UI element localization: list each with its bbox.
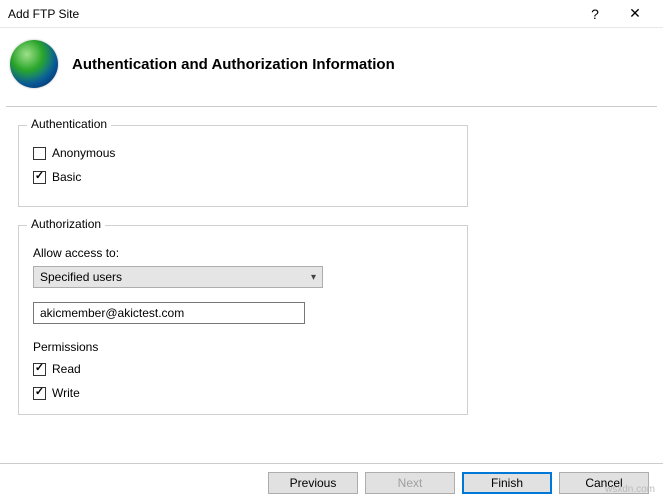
basic-row: Basic [33,170,453,184]
close-button[interactable]: ✕ [615,0,655,28]
read-row: Read [33,362,453,376]
page-title: Authentication and Authorization Informa… [72,56,395,73]
wizard-button-bar: Previous Next Finish Cancel [0,463,663,501]
next-label: Next [398,476,423,490]
users-input[interactable] [33,302,305,324]
write-row: Write [33,386,453,400]
write-checkbox[interactable] [33,387,46,400]
read-checkbox[interactable] [33,363,46,376]
allow-access-dropdown[interactable]: Specified users ▾ [33,266,323,288]
previous-button[interactable]: Previous [268,472,358,494]
basic-label: Basic [52,170,81,184]
chevron-down-icon: ▾ [311,272,316,283]
wizard-header: Authentication and Authorization Informa… [0,28,663,106]
title-bar: Add FTP Site ? ✕ [0,0,663,28]
anonymous-checkbox[interactable] [33,147,46,160]
cancel-label: Cancel [585,476,622,490]
read-label: Read [52,362,81,376]
help-icon: ? [591,6,599,22]
cancel-button[interactable]: Cancel [559,472,649,494]
anonymous-label: Anonymous [52,146,115,160]
authorization-group: Authorization Allow access to: Specified… [18,225,468,415]
authentication-legend: Authentication [27,117,111,131]
anonymous-row: Anonymous [33,146,453,160]
wizard-content: Authentication Anonymous Basic Authoriza… [0,107,663,443]
permissions-label: Permissions [33,340,453,354]
write-label: Write [52,386,80,400]
authentication-group: Authentication Anonymous Basic [18,125,468,207]
authorization-legend: Authorization [27,217,105,231]
help-button[interactable]: ? [575,0,615,28]
basic-checkbox[interactable] [33,171,46,184]
next-button: Next [365,472,455,494]
previous-label: Previous [290,476,337,490]
finish-label: Finish [491,476,523,490]
allow-access-label: Allow access to: [33,246,453,260]
finish-button[interactable]: Finish [462,472,552,494]
globe-icon [10,40,58,88]
window-title: Add FTP Site [8,7,575,21]
close-icon: ✕ [629,5,641,22]
dropdown-selected-text: Specified users [40,270,122,284]
